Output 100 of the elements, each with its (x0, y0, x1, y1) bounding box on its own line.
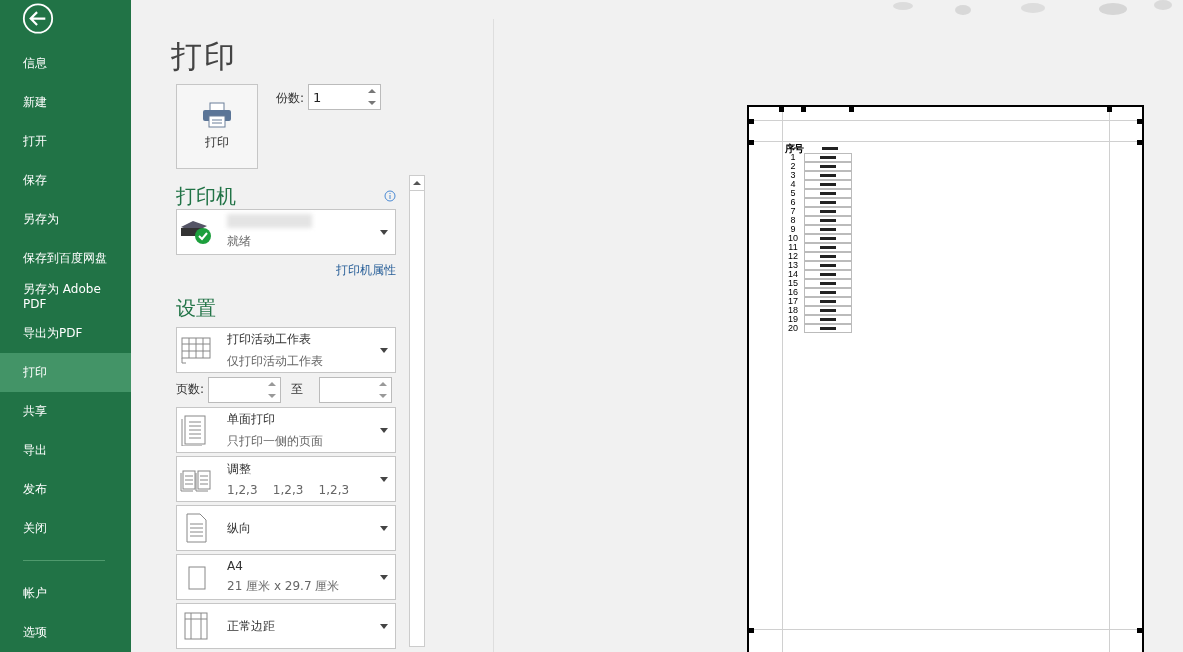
setting-dropdown[interactable]: 单面打印 只打印一侧的页面 (176, 407, 396, 453)
margin-handle[interactable] (801, 107, 806, 112)
preview-row-number: 19 (787, 315, 799, 324)
preview-row-number: 6 (789, 198, 797, 207)
sidebar-item[interactable]: 另存为 (0, 200, 131, 240)
margin-handle[interactable] (749, 628, 754, 633)
sidebar-item[interactable]: 信息 (0, 44, 131, 84)
sidebar-item[interactable]: 新建 (0, 83, 131, 123)
margin-handle[interactable] (1137, 628, 1142, 633)
setting-title: 单面打印 (227, 410, 276, 428)
preview-value-cell (804, 324, 852, 333)
sidebar-item[interactable]: 保存 (0, 161, 131, 201)
sidebar-item[interactable]: 保存到百度网盘 (0, 239, 131, 279)
preview-value-cell (804, 180, 852, 189)
grid-icon (179, 334, 213, 366)
setting-subtitle: 1,2,3 1,2,3 1,2,3 (227, 483, 351, 497)
page-from-field[interactable] (208, 376, 282, 403)
preview-value-cell (804, 270, 852, 279)
sidebar-item[interactable]: 导出 (0, 431, 131, 471)
spinner-arrows-icon[interactable] (379, 379, 388, 400)
printer-heading: 打印机 (176, 183, 236, 209)
sidebar-item[interactable]: 共享 (0, 392, 131, 432)
preview-column-header: 序号 (784, 143, 805, 154)
spinner-arrows-icon[interactable] (368, 87, 377, 107)
setting-title: A4 (227, 559, 244, 573)
setting-dropdown[interactable]: 打印活动工作表 仅打印活动工作表 (176, 327, 396, 373)
preview-value-cell (804, 252, 852, 261)
page-to-field[interactable] (319, 376, 393, 403)
preview-value-cell (804, 315, 852, 324)
sidebar-item[interactable]: 帐户 (0, 574, 131, 613)
copies-field[interactable]: 1 (308, 84, 382, 110)
preview-value-cell (804, 243, 852, 252)
preview-value-cell (804, 225, 852, 234)
preview-row-number: 5 (789, 189, 797, 198)
preview-row-number: 3 (789, 171, 797, 180)
caret-icon (380, 623, 388, 629)
to-label: 至 (291, 381, 304, 398)
setting-dropdown[interactable]: 纵向 (176, 505, 396, 551)
preview-row-number: 10 (787, 234, 799, 243)
caret-icon (380, 476, 388, 482)
preview-row-number: 18 (787, 306, 799, 315)
print-button[interactable]: 打印 (176, 84, 258, 169)
preview-value-cell (804, 171, 852, 180)
caret-icon (380, 427, 388, 433)
preview-row-number: 20 (787, 324, 799, 333)
scrollbar[interactable] (409, 175, 425, 647)
caret-icon (380, 574, 388, 580)
margin-handle[interactable] (1137, 119, 1142, 124)
preview-row-number: 15 (787, 279, 799, 288)
preview-value-cell (804, 198, 852, 207)
preview-value-cell (804, 297, 852, 306)
preview-value-cell (804, 261, 852, 270)
sidebar-item[interactable]: 发布 (0, 470, 131, 510)
setting-dropdown[interactable]: 调整 1,2,3 1,2,3 1,2,3 (176, 456, 396, 502)
preview-row-number: 11 (787, 243, 799, 252)
caret-icon (380, 347, 388, 353)
preview-row-number: 9 (789, 225, 797, 234)
preview-row-number: 12 (787, 252, 799, 261)
margin-handle[interactable] (1107, 107, 1112, 112)
preview-value-cell (804, 288, 852, 297)
preview-row-number: 7 (789, 207, 797, 216)
preview-value-cell (804, 279, 852, 288)
preview-row-number: 13 (787, 261, 799, 270)
printer-properties-link[interactable]: 打印机属性 (336, 262, 396, 279)
setting-title: 正常边距 (227, 617, 276, 635)
copies-label: 份数: (276, 90, 305, 107)
info-icon[interactable] (384, 190, 396, 202)
preview-row-number: 2 (789, 162, 797, 171)
printer-dropdown[interactable]: 就绪 (176, 209, 396, 255)
margin-handle[interactable] (779, 107, 784, 112)
margin-handle[interactable] (1137, 140, 1142, 145)
preview-row-number: 4 (789, 180, 797, 189)
printer-status: 就绪 (227, 233, 252, 250)
sidebar-item[interactable]: 关闭 (0, 509, 131, 549)
setting-title: 打印活动工作表 (227, 330, 312, 348)
sidebar-item[interactable]: 选项 (0, 613, 131, 652)
setting-subtitle: 只打印一侧的页面 (227, 432, 324, 450)
page-title: 打印 (171, 38, 237, 74)
setting-dropdown[interactable]: A4 21 厘米 x 29.7 厘米 (176, 554, 396, 600)
preview-value-cell (804, 207, 852, 216)
spinner-arrows-icon[interactable] (268, 379, 277, 400)
margin-handle[interactable] (849, 107, 854, 112)
settings-heading: 设置 (176, 295, 217, 321)
printer-ready-icon (179, 219, 213, 245)
sidebar-item[interactable]: 打印 (0, 353, 131, 393)
sidebar-item[interactable]: 另存为 Adobe PDF (0, 278, 113, 315)
pages-label: 页数: (176, 381, 205, 398)
preview-row-number: 8 (789, 216, 797, 225)
sidebar-item[interactable]: 打开 (0, 122, 131, 162)
margin-handle[interactable] (749, 119, 754, 124)
preview-value-cell (804, 162, 852, 171)
back-icon[interactable] (21, 3, 55, 35)
caret-icon (380, 229, 388, 235)
setting-dropdown[interactable]: 正常边距 (176, 603, 396, 649)
preview-value-cell (804, 234, 852, 243)
sidebar-item[interactable]: 导出为PDF (0, 314, 131, 354)
margin-handle[interactable] (749, 140, 754, 145)
printer-icon (202, 102, 232, 128)
preview-value-cell (804, 153, 852, 162)
preview-row-number: 16 (787, 288, 799, 297)
